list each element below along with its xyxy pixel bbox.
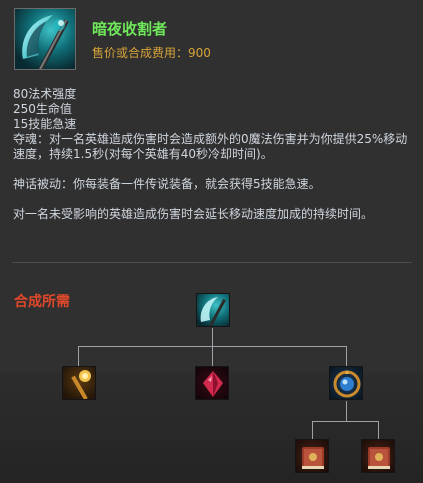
tree-line xyxy=(346,346,347,366)
stat-health: 250生命值 xyxy=(13,102,72,116)
tree-line xyxy=(212,328,213,346)
tree-line xyxy=(212,346,213,366)
ruby-crystal-icon[interactable] xyxy=(195,366,229,400)
item-header: 暗夜收割者 售价或合成费用：900 xyxy=(14,8,414,72)
tree-line xyxy=(346,401,347,421)
recipe-root-night-harvester-icon[interactable] xyxy=(196,293,230,327)
tree-line xyxy=(312,421,379,422)
night-harvester-scythe-icon[interactable] xyxy=(14,8,76,70)
blue-gem-compass-icon[interactable] xyxy=(329,366,363,400)
item-price: 售价或合成费用：900 xyxy=(92,46,211,60)
tree-line xyxy=(312,421,313,439)
golden-staff-icon[interactable] xyxy=(62,366,96,400)
stat-ability-power: 80法术强度 xyxy=(13,87,77,101)
amplifying-tome-icon[interactable] xyxy=(361,439,395,473)
recipe-title: 合成所需 xyxy=(14,294,70,310)
item-description: 80法术强度 250生命值 15技能急速 夺魂：对一名英雄造成伤害时会造成额外的… xyxy=(13,87,418,222)
passive-note: 对一名未受影响的英雄造成伤害时会延长移动速度加成的持续时间。 xyxy=(13,207,374,221)
amplifying-tome-icon[interactable] xyxy=(295,439,329,473)
passive-soul-rend: 夺魂：对一名英雄造成伤害时会造成额外的0魔法伤害并为你提供25%移动速度，持续1… xyxy=(13,132,408,161)
tree-line xyxy=(78,346,79,366)
passive-mythic: 神话被动：你每装备一件传说装备，就会获得5技能急速。 xyxy=(13,177,321,191)
item-title: 暗夜收割者 xyxy=(92,20,168,38)
tree-line xyxy=(378,421,379,439)
divider xyxy=(12,262,412,263)
stat-ability-haste: 15技能急速 xyxy=(13,117,77,131)
